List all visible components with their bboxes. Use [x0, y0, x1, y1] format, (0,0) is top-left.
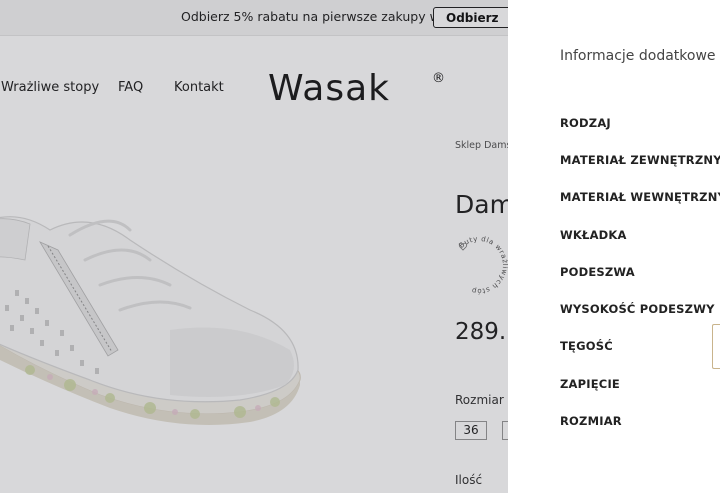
drawer-item-type: RODZAJ — [560, 116, 611, 130]
drawer-item-outer-material: MATERIAŁ ZEWNĘTRZNY — [560, 153, 720, 167]
drawer-item-sole-height: WYSOKOŚĆ PODESZWY — [560, 302, 715, 316]
drawer-title: Informacje dodatkowe — [560, 48, 716, 64]
drawer-item-fastening: ZAPIĘCIE — [560, 377, 620, 391]
drawer-item-width: TĘGOŚĆ — [560, 339, 613, 353]
drawer-side-tab[interactable] — [712, 324, 720, 369]
drawer-item-insole: WKŁADKA — [560, 228, 627, 242]
drawer-item-sole: PODESZWA — [560, 265, 635, 279]
page-dim-overlay[interactable] — [0, 0, 508, 493]
drawer-item-inner-material: MATERIAŁ WEWNĘTRZNY — [560, 190, 720, 204]
drawer-item-size: ROZMIAR — [560, 414, 622, 428]
additional-info-drawer: Informacje dodatkowe RODZAJ MATERIAŁ ZEW… — [508, 0, 720, 493]
